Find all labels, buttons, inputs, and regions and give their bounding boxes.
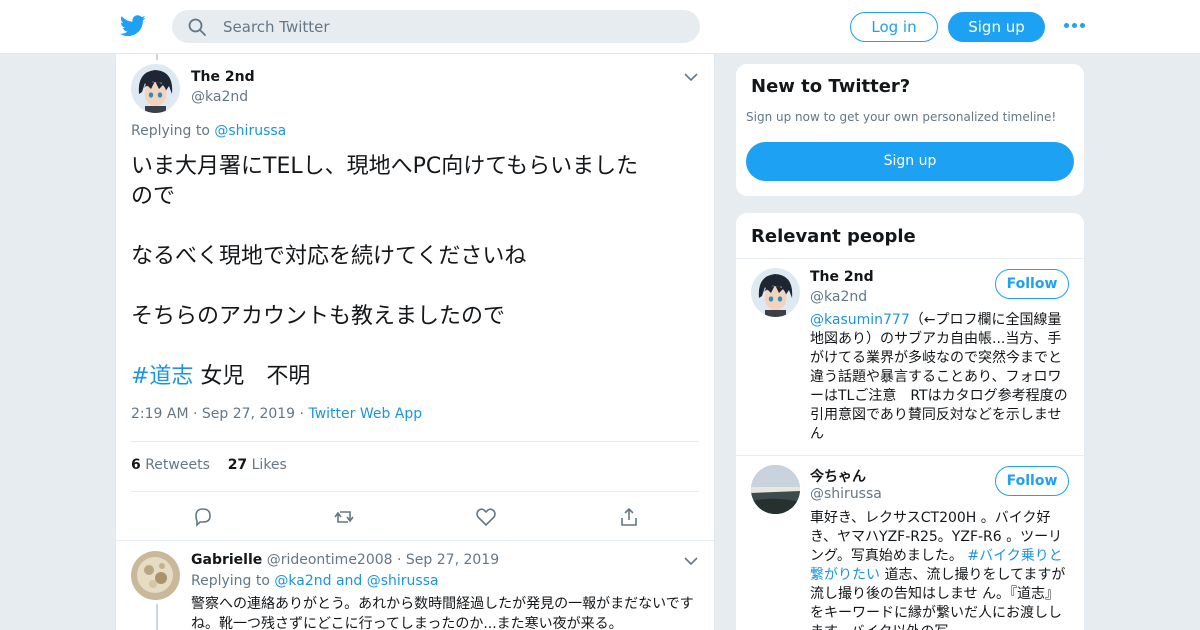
tweet-text-line: いま大月署にTELし、現地へPC向けてもらいました xyxy=(131,154,639,179)
reply-icon[interactable] xyxy=(192,506,214,528)
tweet-author-name[interactable]: The 2nd xyxy=(191,69,255,85)
tweet-text: いま大月署にTELし、現地へPC向けてもらいました ので なるべく現地で対応を続… xyxy=(131,152,691,392)
like-label[interactable]: Likes xyxy=(252,457,287,473)
divider xyxy=(131,441,699,442)
avatar-image xyxy=(751,465,800,514)
search-placeholder[interactable]: Search Twitter xyxy=(223,18,330,36)
tweet-stats: 6 Retweets 27 Likes xyxy=(131,457,287,473)
retweet-count[interactable]: 6 xyxy=(131,457,141,473)
replying-to-line: Replying to @shirussa xyxy=(131,123,286,139)
divider xyxy=(736,258,1084,259)
divider xyxy=(131,491,699,492)
tweet-author-handle[interactable]: @ka2nd xyxy=(191,89,248,105)
tweet-text-tail: 女児 不明 xyxy=(193,364,311,389)
thread-connector xyxy=(156,604,158,630)
signup-card-title: New to Twitter? xyxy=(751,76,911,97)
divider xyxy=(116,540,714,541)
search-icon xyxy=(188,18,206,36)
person-handle[interactable]: @ka2nd xyxy=(810,289,867,305)
bio-mention-link[interactable]: @kasumin777 xyxy=(810,312,910,328)
retweet-icon[interactable] xyxy=(333,506,355,528)
replying-to-link[interactable]: @shirussa xyxy=(214,123,286,139)
tweet-date[interactable]: Sep 27, 2019 xyxy=(202,406,295,422)
tweet-source-link[interactable]: Twitter Web App xyxy=(308,406,422,422)
reply-date[interactable]: Sep 27, 2019 xyxy=(406,552,499,568)
like-count[interactable]: 27 xyxy=(228,457,247,473)
avatar[interactable] xyxy=(131,551,180,600)
relevant-people-card: Relevant people The 2nd @ka2nd Follow @k… xyxy=(735,212,1085,630)
search-bar[interactable]: Search Twitter xyxy=(172,10,700,43)
reply-author-handle[interactable]: @rideontime2008 xyxy=(267,552,393,568)
tweet-column: The 2nd @ka2nd Replying to @shirussa いま大… xyxy=(115,54,715,630)
reply-author-name[interactable]: Gabrielle xyxy=(191,552,262,568)
replying-to-label: Replying to xyxy=(131,123,210,139)
signup-button[interactable]: Sign up xyxy=(948,12,1045,42)
relevant-people-title: Relevant people xyxy=(751,226,916,247)
avatar[interactable] xyxy=(751,268,800,317)
tweet-text-line: なるべく現地で対応を続けてくださいね xyxy=(131,244,527,269)
tweet-text-line: そちらのアカウントも教えましたので xyxy=(131,304,506,329)
tweet-text-line: #道志 女児 不明 xyxy=(131,362,691,392)
more-dots-icon[interactable] xyxy=(1064,18,1088,34)
share-icon[interactable] xyxy=(618,506,640,528)
person-name[interactable]: The 2nd xyxy=(810,269,874,285)
avatar-image xyxy=(131,64,180,113)
person-handle[interactable]: @shirussa xyxy=(810,486,882,502)
reply-replying-to: Replying to @ka2nd and @shirussa xyxy=(191,573,439,589)
tweet-text-line: ので xyxy=(131,184,176,209)
like-icon[interactable] xyxy=(475,506,497,528)
signup-card: New to Twitter? Sign up now to get your … xyxy=(735,63,1085,197)
person-bio: 車好き、レクサスCT200H 。バイク好き、ヤマハYZF-R25。YZF-R6 … xyxy=(810,509,1070,630)
retweet-label[interactable]: Retweets xyxy=(145,457,210,473)
replying-to-link[interactable]: @ka2nd and @shirussa xyxy=(274,573,438,589)
reply-text: 警察への連絡ありがとう。あれから数時間経過したが発見の一報がまだないですね。靴一… xyxy=(191,596,694,630)
replying-to-label: Replying to xyxy=(191,573,270,589)
reply-header: Gabrielle @rideontime2008 · Sep 27, 2019 xyxy=(191,552,500,568)
avatar-image xyxy=(131,551,180,600)
follow-button[interactable]: Follow xyxy=(995,466,1069,496)
twitter-bird-icon[interactable] xyxy=(120,14,146,38)
login-button[interactable]: Log in xyxy=(850,12,938,42)
person-bio: @kasumin777（←プロフ欄に全国線量地図あり）のサブアカ自由帳...当方… xyxy=(810,311,1070,444)
hashtag-link[interactable]: #道志 xyxy=(131,364,193,389)
chevron-down-icon[interactable] xyxy=(684,556,698,566)
follow-button[interactable]: Follow xyxy=(995,269,1069,299)
chevron-down-icon[interactable] xyxy=(684,72,698,82)
avatar-image xyxy=(751,268,800,317)
divider xyxy=(736,455,1084,456)
signup-card-button[interactable]: Sign up xyxy=(746,142,1074,181)
top-navigation-bar: Search Twitter Log in Sign up xyxy=(0,0,1200,54)
avatar[interactable] xyxy=(131,64,180,113)
avatar[interactable] xyxy=(751,465,800,514)
bio-text: （←プロフ欄に全国線量地図あり）のサブアカ自由帳...当方、手がけてる業界が多岐… xyxy=(810,312,1068,442)
tweet-time[interactable]: 2:19 AM xyxy=(131,406,189,422)
signup-card-subtitle: Sign up now to get your own personalized… xyxy=(746,110,1057,124)
thread-connector xyxy=(156,54,158,60)
tweet-timestamp: 2:19 AM · Sep 27, 2019 · Twitter Web App xyxy=(131,406,423,422)
person-name[interactable]: 今ちゃん xyxy=(810,466,866,486)
